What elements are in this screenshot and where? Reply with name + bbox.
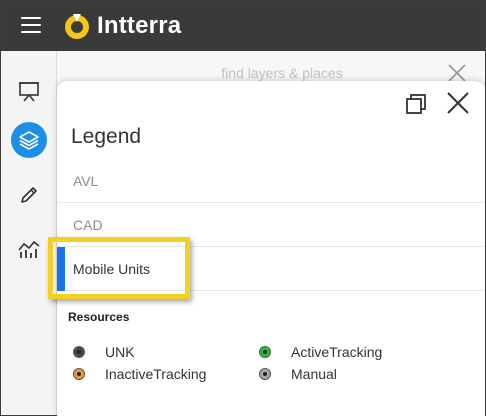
tool-sidebar (1, 51, 57, 415)
legend-item-inactive-tracking: InactiveTracking (73, 365, 206, 383)
pencil-icon (21, 187, 37, 203)
status-dot-icon (259, 346, 271, 358)
legend-item-active-tracking: ActiveTracking (259, 343, 382, 361)
legend-item-label: Manual (291, 366, 337, 382)
legend-section-avl[interactable]: AVL (57, 159, 485, 203)
presentation-icon (19, 82, 39, 102)
legend-item-unk: UNK (73, 343, 135, 361)
presentation-button[interactable] (11, 73, 47, 109)
legend-item-label: InactiveTracking (105, 366, 207, 382)
status-dot-icon (73, 346, 85, 358)
legend-item-manual: Manual (259, 365, 337, 383)
section-label: CAD (73, 217, 103, 233)
layer-search-bar (57, 51, 485, 85)
hamburger-icon[interactable] (21, 17, 41, 33)
draw-button[interactable] (11, 177, 47, 213)
section-label: AVL (73, 173, 99, 189)
chart-icon (18, 240, 40, 258)
status-dot-icon (259, 368, 271, 380)
search-input[interactable] (157, 63, 407, 83)
legend-panel: Legend AVL CAD Mobile Units Resources UN… (57, 81, 485, 416)
selected-indicator (57, 247, 65, 291)
legend-item-label: UNK (105, 344, 135, 360)
layers-icon (19, 131, 39, 150)
close-icon[interactable] (447, 63, 467, 83)
app-header: Intterra (1, 1, 485, 51)
close-icon[interactable] (446, 91, 470, 115)
legend-section-mobile-units[interactable]: Mobile Units (57, 247, 485, 291)
popout-icon[interactable] (405, 93, 427, 115)
status-dot-icon (73, 368, 85, 380)
intterra-logo (65, 14, 89, 39)
legend-item-label: ActiveTracking (291, 344, 383, 360)
legend-title: Legend (71, 125, 142, 148)
layers-button[interactable] (11, 122, 47, 158)
analytics-button[interactable] (11, 231, 47, 267)
resources-heading: Resources (68, 310, 130, 324)
section-label: Mobile Units (73, 261, 151, 277)
app-brand: Intterra (97, 12, 182, 39)
legend-section-cad[interactable]: CAD (57, 203, 485, 247)
